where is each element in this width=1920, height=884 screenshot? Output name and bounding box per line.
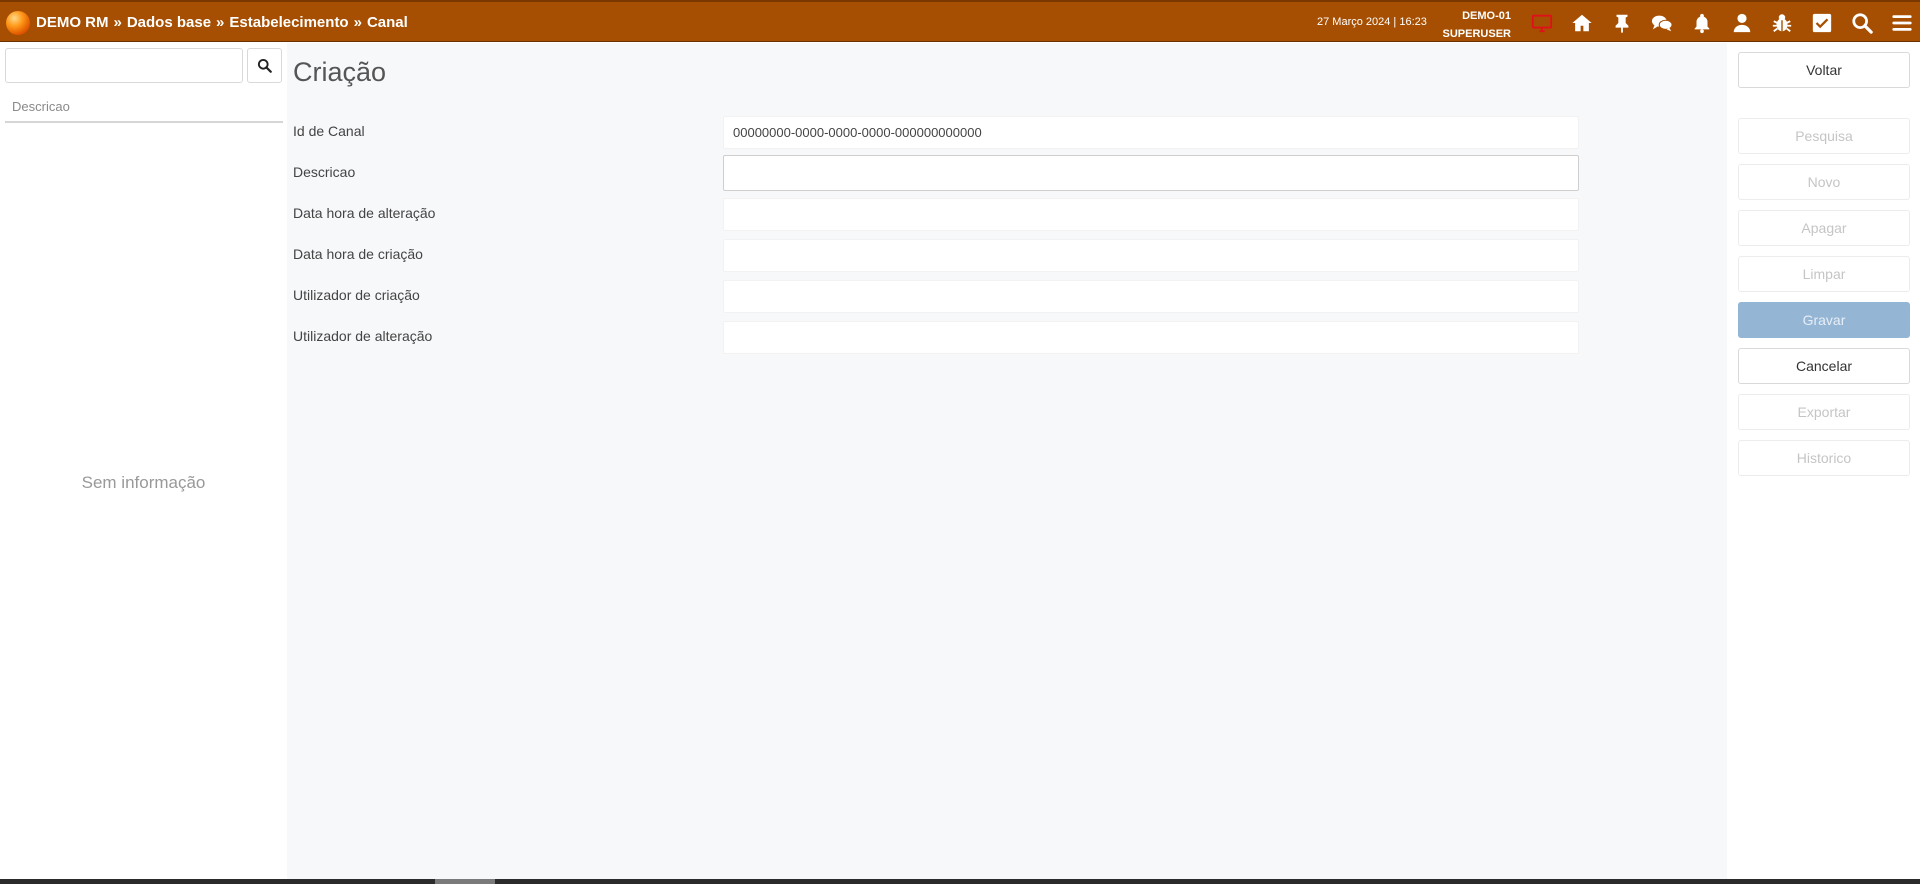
descricao-input[interactable] — [723, 155, 1579, 191]
empty-list-message: Sem informação — [81, 473, 206, 492]
list-panel: Descricao Sem informação — [0, 43, 287, 879]
field-label-id-canal: Id de Canal — [293, 123, 365, 139]
limpar-button[interactable]: Limpar — [1738, 256, 1910, 292]
field-label-data-hora-alteracao: Data hora de alteração — [293, 205, 436, 221]
app-logo[interactable] — [6, 11, 30, 35]
historico-button[interactable]: Historico — [1738, 440, 1910, 476]
breadcrumb-separator: » — [353, 14, 362, 31]
novo-button[interactable]: Novo — [1738, 164, 1910, 200]
field-label-descricao: Descricao — [293, 164, 356, 180]
search-icon[interactable] — [1842, 10, 1882, 36]
breadcrumb-item-canal: Canal — [366, 14, 408, 31]
checkbox-icon[interactable] — [1802, 10, 1842, 36]
gravar-button[interactable]: Gravar — [1738, 302, 1910, 338]
form-area: Criação Id de Canal 00000000-0000-0000-0… — [287, 43, 1727, 879]
chat-icon[interactable] — [1642, 10, 1682, 36]
cancelar-button[interactable]: Cancelar — [1738, 348, 1910, 384]
horizontal-scrollbar[interactable] — [0, 879, 1920, 884]
breadcrumb-item-estabelecimento[interactable]: Estabelecimento — [229, 14, 348, 31]
menu-icon[interactable] — [1882, 10, 1920, 36]
id-canal-field: 00000000-0000-0000-0000-000000000000 — [723, 116, 1579, 149]
field-label-utilizador-criacao: Utilizador de criação — [293, 287, 420, 303]
breadcrumb-separator: » — [113, 14, 122, 31]
bug-icon[interactable] — [1762, 10, 1802, 36]
breadcrumb-item-app[interactable]: DEMO RM — [36, 14, 109, 31]
search-input[interactable] — [5, 48, 243, 83]
data-hora-alteracao-field — [723, 198, 1579, 231]
page-title: Criação — [293, 57, 387, 87]
voltar-button[interactable]: Voltar — [1738, 52, 1910, 88]
username: SUPERUSER — [1442, 28, 1511, 40]
monitor-icon[interactable] — [1522, 10, 1562, 36]
current-datetime: 27 Março 2024 | 16:23 — [1317, 16, 1427, 28]
user-icon[interactable] — [1722, 10, 1762, 36]
toolbar-icons — [1522, 10, 1920, 36]
pin-icon[interactable] — [1602, 10, 1642, 36]
breadcrumb-separator: » — [216, 14, 225, 31]
home-icon[interactable] — [1562, 10, 1602, 36]
apagar-button[interactable]: Apagar — [1738, 210, 1910, 246]
data-hora-criacao-field — [723, 239, 1579, 272]
scrollbar-thumb[interactable] — [435, 879, 495, 884]
breadcrumb-item-dados-base[interactable]: Dados base — [127, 14, 211, 31]
field-label-utilizador-alteracao: Utilizador de alteração — [293, 328, 433, 344]
pesquisa-button[interactable]: Pesquisa — [1738, 118, 1910, 154]
column-header-descricao[interactable]: Descricao — [5, 93, 283, 123]
company-code: DEMO-01 — [1462, 10, 1511, 22]
top-bar: DEMO RM» Dados base» Estabelecimento» Canal… — [0, 0, 1920, 42]
utilizador-alteracao-field — [723, 321, 1579, 354]
user-info[interactable]: DEMO-01 SUPERUSER — [1435, 7, 1511, 43]
actions-panel: Voltar Pesquisa Novo Apagar Limpar Grava… — [1727, 43, 1920, 879]
utilizador-criacao-field — [723, 280, 1579, 313]
bell-icon[interactable] — [1682, 10, 1722, 36]
search-icon — [257, 58, 272, 73]
search-button[interactable] — [247, 48, 282, 83]
breadcrumb: DEMO RM» Dados base» Estabelecimento» Canal — [36, 14, 408, 31]
exportar-button[interactable]: Exportar — [1738, 394, 1910, 430]
field-label-data-hora-criacao: Data hora de criação — [293, 246, 423, 262]
